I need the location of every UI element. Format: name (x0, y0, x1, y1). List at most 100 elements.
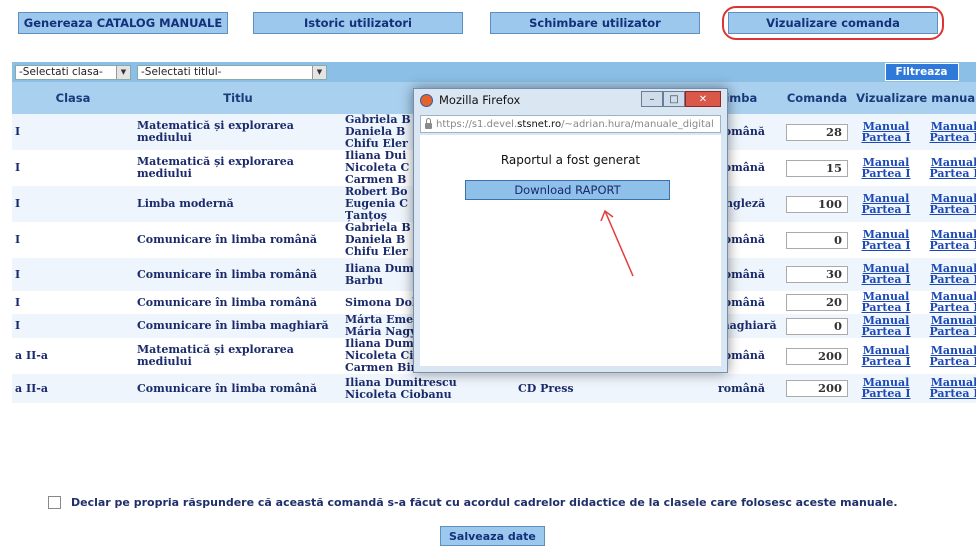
order-input[interactable]: 15 (786, 159, 848, 177)
filter-button[interactable]: Filtreaza (884, 63, 959, 81)
minimize-button[interactable]: – (641, 91, 663, 107)
manual-link[interactable]: Manual Partea I (854, 193, 918, 215)
url-bar[interactable]: https://s1.devel. stsnet.ro /~adrian.hur… (420, 115, 721, 133)
cell-order: 200 (783, 338, 851, 374)
cell-class: I (12, 186, 134, 222)
order-input[interactable]: 0 (786, 317, 848, 335)
cell-class: I (12, 258, 134, 291)
cell-manual: Manual Partea I (851, 258, 919, 291)
url-prefix: https://s1.devel. (436, 118, 518, 130)
cell-manual: Manual Partea I (919, 258, 976, 291)
order-input[interactable]: 200 (786, 347, 848, 365)
manual-link[interactable]: Manual Partea I (922, 193, 976, 215)
save-button[interactable]: Salveaza date (440, 526, 545, 546)
manual-link[interactable]: Manual Partea I (922, 263, 976, 285)
cell-title: Comunicare în limba română (134, 222, 342, 258)
manual-link[interactable]: Manual Partea I (922, 157, 976, 179)
manual-link[interactable]: Manual Partea I (854, 157, 918, 179)
chevron-down-icon: ▼ (116, 65, 130, 79)
order-input[interactable]: 30 (786, 266, 848, 283)
cell-order: 28 (783, 114, 851, 150)
user-history-button[interactable]: Istoric utilizatori (253, 12, 463, 34)
column-header-order: Comanda (783, 82, 851, 114)
declaration-checkbox[interactable] (48, 496, 61, 509)
url-suffix: /~adrian.hura/manuale_digital (561, 118, 714, 130)
cell-manual: Manual Partea I (851, 314, 919, 338)
cell-class: I (12, 314, 134, 338)
manual-link[interactable]: Manual Partea I (922, 345, 976, 367)
manual-link[interactable]: Manual Partea I (854, 345, 918, 367)
firefox-icon (420, 93, 433, 107)
manual-link[interactable]: Manual Partea I (854, 377, 918, 399)
url-domain: stsnet.ro (517, 118, 562, 130)
cell-title: Comunicare în limba română (134, 374, 342, 403)
cell-manual: Manual Partea I (919, 374, 976, 403)
cell-order: 100 (783, 186, 851, 222)
popup-title: Mozilla Firefox (439, 93, 521, 107)
filter-row: -Selectati clasa- ▼ -Selectati titlul- ▼… (12, 62, 976, 82)
manual-link[interactable]: Manual Partea I (922, 229, 976, 251)
manual-link[interactable]: Manual Partea I (854, 263, 918, 285)
switch-user-button[interactable]: Schimbare utilizator (490, 12, 700, 34)
column-header-title: Titlu (134, 82, 342, 114)
cell-authors: Iliana Dumitrescu Nicoleta Ciobanu (342, 374, 515, 403)
cell-manual: Manual Partea I (851, 374, 919, 403)
cell-language: română (715, 374, 783, 403)
highlight-ring (722, 6, 944, 40)
manual-link[interactable]: Manual Partea I (922, 315, 976, 337)
cell-manual: Manual Partea I (851, 338, 919, 374)
cell-order: 200 (783, 374, 851, 403)
manual-link[interactable]: Manual Partea I (854, 229, 918, 251)
cell-manual: Manual Partea I (919, 222, 976, 258)
order-input[interactable]: 100 (786, 195, 848, 213)
cell-manual: Manual Partea I (851, 291, 919, 314)
title-select-value: -Selectati titlul- (141, 66, 222, 78)
declaration-text: Declar pe propria răspundere că această … (71, 496, 898, 509)
cell-class: I (12, 222, 134, 258)
cell-class: I (12, 150, 134, 186)
cell-title: Comunicare în limba română (134, 291, 342, 314)
manual-link[interactable]: Manual Partea I (854, 291, 918, 313)
class-select-value: -Selectati clasa- (19, 66, 103, 78)
cell-order: 0 (783, 222, 851, 258)
cell-manual: Manual Partea I (851, 222, 919, 258)
popup-content: Raportul a fost generat Download RAPORT (420, 135, 721, 366)
order-input[interactable]: 20 (786, 294, 848, 311)
cell-order: 0 (783, 314, 851, 338)
order-input[interactable]: 200 (786, 380, 848, 397)
cell-order: 30 (783, 258, 851, 291)
cell-title: Matematică și explorarea mediului (134, 114, 342, 150)
order-input[interactable]: 28 (786, 123, 848, 141)
cell-title: Matematică și explorarea mediului (134, 338, 342, 374)
title-select[interactable]: -Selectati titlul- ▼ (137, 64, 327, 80)
table-row: a II-a Comunicare în limba română Iliana D… (12, 374, 976, 403)
column-header-class: Clasa (12, 82, 134, 114)
cell-order: 20 (783, 291, 851, 314)
cell-publisher: CD Press (515, 374, 715, 403)
cell-title: Matematică și explorarea mediului (134, 150, 342, 186)
cell-manual: Manual Partea I (919, 150, 976, 186)
firefox-popup-window: Mozilla Firefox – □ ✕ https://s1.devel. … (413, 88, 728, 373)
cell-class: a II-a (12, 374, 134, 403)
lock-icon (425, 118, 432, 129)
maximize-button[interactable]: □ (663, 91, 685, 107)
cell-manual: Manual Partea I (919, 291, 976, 314)
generate-catalog-button[interactable]: Genereaza CATALOG MANUALE (18, 12, 228, 34)
cell-class: I (12, 114, 134, 150)
chevron-down-icon: ▼ (312, 65, 326, 79)
close-button[interactable]: ✕ (685, 91, 721, 107)
cell-class: I (12, 291, 134, 314)
cell-manual: Manual Partea I (919, 186, 976, 222)
cell-class: a II-a (12, 338, 134, 374)
manual-link[interactable]: Manual Partea I (922, 291, 976, 313)
cell-manual: Manual Partea I (919, 314, 976, 338)
manual-link[interactable]: Manual Partea I (854, 315, 918, 337)
declaration: Declar pe propria răspundere că această … (48, 496, 898, 509)
cell-manual: Manual Partea I (919, 338, 976, 374)
class-select[interactable]: -Selectati clasa- ▼ (15, 64, 131, 80)
manual-link[interactable]: Manual Partea I (922, 377, 976, 399)
cell-title: Comunicare în limba maghiară (134, 314, 342, 338)
manual-link[interactable]: Manual Partea I (922, 121, 976, 143)
manual-link[interactable]: Manual Partea I (854, 121, 918, 143)
order-input[interactable]: 0 (786, 231, 848, 249)
